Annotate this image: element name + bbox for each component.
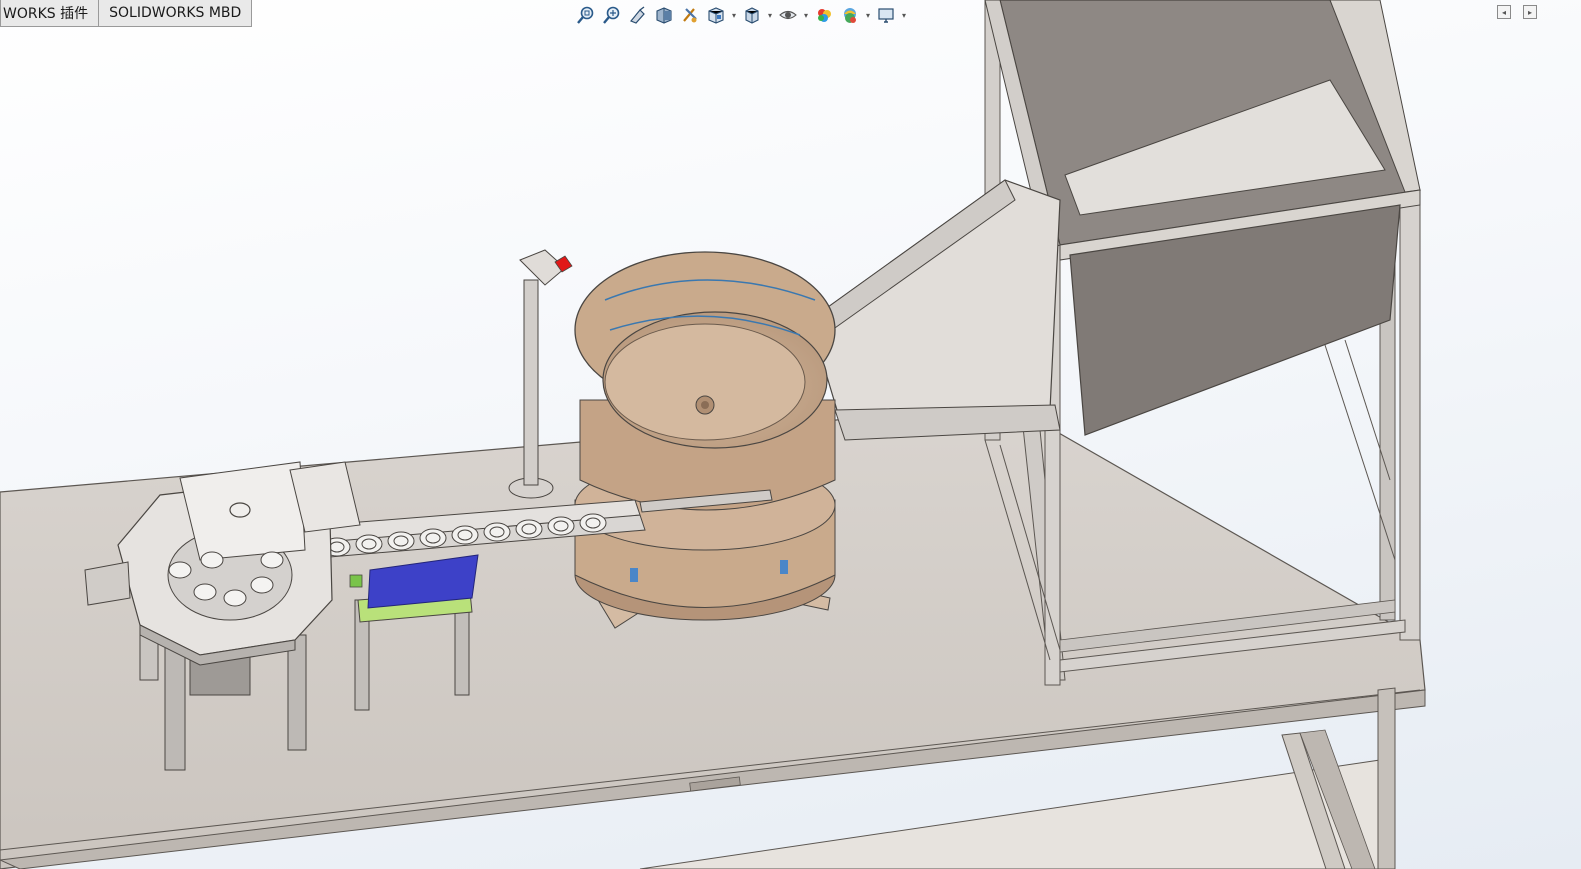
view-orientation-icon[interactable]: [704, 3, 728, 27]
previous-view-icon[interactable]: [626, 3, 650, 27]
graphics-viewport[interactable]: WORKS 插件 SOLIDWORKS MBD ▾ ▾ ▾ ▾ ▾ ◂ ▸: [0, 0, 1581, 869]
vibratory-bowl-feeder: [574, 251, 836, 629]
dynamic-annotation-views-icon[interactable]: [678, 3, 702, 27]
rotary-pocket-part: [223, 589, 247, 607]
collapse-left-pane-icon[interactable]: ◂: [1497, 5, 1511, 19]
rotary-pocket-part: [193, 583, 217, 601]
zoom-to-fit-icon[interactable]: [574, 3, 598, 27]
collapse-right-pane-icon[interactable]: ▸: [1523, 5, 1537, 19]
rotary-pocket-part: [260, 551, 284, 569]
hide-show-items-icon[interactable]: [776, 3, 800, 27]
view-settings-icon[interactable]: [874, 3, 898, 27]
pane-controls: ◂ ▸: [1497, 5, 1537, 19]
rotary-pocket-part: [200, 551, 224, 569]
track-part: [419, 528, 447, 548]
track-part: [515, 519, 543, 539]
display-style-icon[interactable]: [740, 3, 764, 27]
feed-chute: [809, 179, 1061, 441]
rotary-pocket-part: [168, 561, 192, 579]
display-style-dropdown[interactable]: ▾: [766, 3, 774, 27]
tab-solidworks-addins[interactable]: WORKS 插件: [0, 0, 100, 27]
view-settings-dropdown[interactable]: ▾: [900, 3, 908, 27]
heads-up-view-toolbar: ▾ ▾ ▾ ▾ ▾: [574, 2, 908, 28]
cad-model-view[interactable]: [0, 0, 1581, 869]
zoom-to-area-icon[interactable]: [600, 3, 624, 27]
track-part: [387, 531, 415, 551]
track-part: [547, 516, 575, 536]
apply-scene-dropdown[interactable]: ▾: [864, 3, 872, 27]
apply-scene-icon[interactable]: [838, 3, 862, 27]
track-part: [355, 534, 383, 554]
command-manager-tabs: WORKS 插件 SOLIDWORKS MBD: [0, 0, 253, 28]
view-orientation-dropdown[interactable]: ▾: [730, 3, 738, 27]
rotary-pocket-part: [250, 576, 274, 594]
track-part: [579, 513, 607, 533]
hide-show-items-dropdown[interactable]: ▾: [802, 3, 810, 27]
track-part: [483, 522, 511, 542]
section-view-icon[interactable]: [652, 3, 676, 27]
track-part: [451, 525, 479, 545]
edit-appearance-icon[interactable]: [812, 3, 836, 27]
tab-solidworks-mbd[interactable]: SOLIDWORKS MBD: [99, 0, 253, 27]
